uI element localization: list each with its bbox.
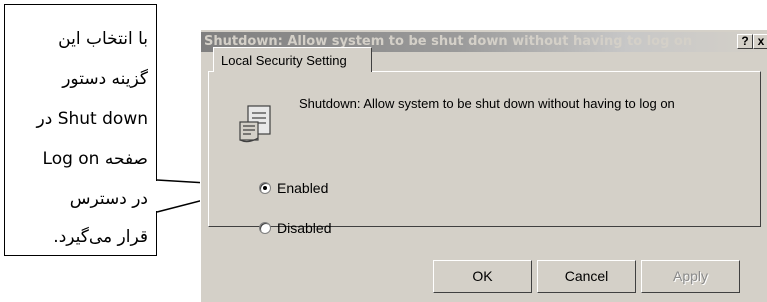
callout-box: با انتخاب این گزینه دستور Shut down در ص… xyxy=(4,4,157,256)
tab-local-security-setting[interactable]: Local Security Setting xyxy=(213,47,372,72)
security-setting-dialog: Shutdown: Allow system to be shut down w… xyxy=(200,29,767,302)
ok-button[interactable]: OK xyxy=(433,260,532,293)
cancel-button[interactable]: Cancel xyxy=(537,260,636,293)
help-button[interactable]: ? xyxy=(737,34,753,49)
callout-line-6: قرار می‌گیرد. xyxy=(53,227,148,247)
policy-icon xyxy=(239,105,271,143)
tab-panel xyxy=(208,71,761,227)
disabled-option[interactable]: Disabled xyxy=(259,218,331,238)
apply-button[interactable]: Apply xyxy=(641,260,740,293)
callout-line-2: گزینه دستور xyxy=(62,69,148,89)
callout-line-3: Shut down در xyxy=(36,109,148,129)
callout-line-1: با انتخاب این xyxy=(58,29,148,49)
callout-line-5: در دسترس xyxy=(69,189,148,209)
enabled-label: Enabled xyxy=(277,180,329,196)
tab-label: Local Security Setting xyxy=(221,53,347,68)
close-button[interactable]: x xyxy=(753,34,767,49)
enabled-radio[interactable] xyxy=(259,182,271,194)
disabled-label: Disabled xyxy=(277,220,332,236)
disabled-radio[interactable] xyxy=(259,222,271,234)
callout-line-4: صفحه Log on xyxy=(42,149,148,169)
policy-description: Shutdown: Allow system to be shut down w… xyxy=(299,96,675,111)
enabled-option[interactable]: Enabled xyxy=(259,178,328,198)
